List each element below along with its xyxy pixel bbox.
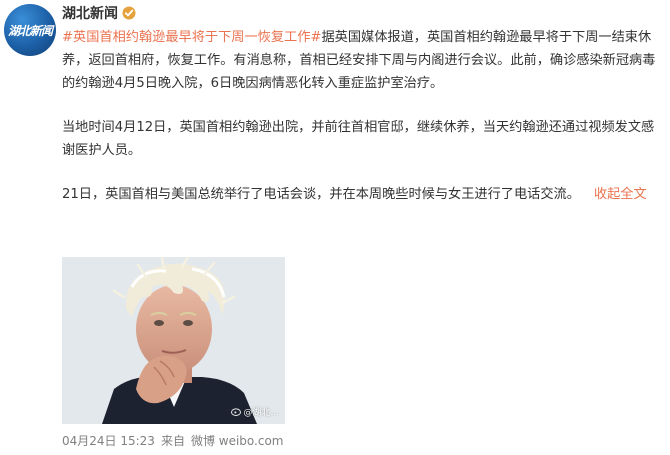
post-body: #英国首相约翰逊最早将于下周一恢复工作#据英国媒体报道，英国首相约翰逊最早将于下… xyxy=(62,26,660,206)
paragraph-3-text: 21日，英国首相与美国总统举行了电话会谈，并在本周晚些时候与女王进行了电话交流。 xyxy=(62,187,580,202)
johnson-portrait-image xyxy=(62,257,285,424)
post-paragraph-1: #英国首相约翰逊最早将于下周一恢复工作#据英国媒体报道，英国首相约翰逊最早将于下… xyxy=(62,26,660,95)
watermark-text: @湖北... xyxy=(243,408,279,418)
account-name[interactable]: 湖北新闻 xyxy=(62,3,118,23)
verified-badge-icon xyxy=(122,6,136,20)
weibo-watermark-icon xyxy=(231,408,242,416)
post-timestamp[interactable]: 04月24日 15:23 xyxy=(62,432,155,449)
topic-link[interactable]: #英国首相约翰逊最早将于下周一恢复工作# xyxy=(62,30,321,45)
post-header: 湖北新闻 xyxy=(62,3,136,23)
collapse-full-text-link[interactable]: 收起全文 xyxy=(594,187,647,202)
post-photo[interactable]: @湖北... xyxy=(62,257,285,424)
post-paragraph-2: 当地时间4月12日，英国首相约翰逊出院，并前往首相官邸，继续休养，当天约翰逊还通… xyxy=(62,120,655,158)
source-link[interactable]: 微博 weibo.com xyxy=(191,432,284,449)
account-avatar[interactable]: 湖北新闻 xyxy=(4,4,56,56)
source-prefix: 来自 xyxy=(160,434,185,448)
post-meta: 04月24日 15:23 来自 微博 weibo.com xyxy=(62,432,284,449)
avatar-logo-text: 湖北新闻 xyxy=(7,23,53,38)
post-paragraph-3: 21日，英国首相与美国总统举行了电话会谈，并在本周晚些时候与女王进行了电话交流。… xyxy=(62,183,660,206)
photo-watermark: @湖北... xyxy=(231,405,279,418)
